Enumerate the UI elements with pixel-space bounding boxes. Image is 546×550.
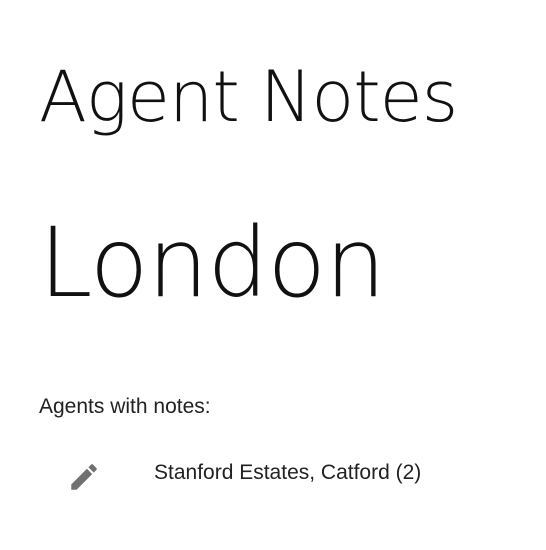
page-title: Agent Notes — [39, 56, 458, 138]
location-title: London — [39, 207, 386, 319]
agents-section-label: Agents with notes: — [39, 395, 211, 418]
agent-list-item[interactable]: Stanford Estates, Catford (2) — [39, 452, 546, 498]
agent-notes-page: Agent Notes London Agents with notes: St… — [39, 0, 546, 550]
agent-name[interactable]: Stanford Estates, Catford (2) — [154, 459, 421, 487]
pencil-edit-icon[interactable] — [67, 460, 101, 494]
agent-list: Stanford Estates, Catford (2) — [39, 452, 546, 498]
